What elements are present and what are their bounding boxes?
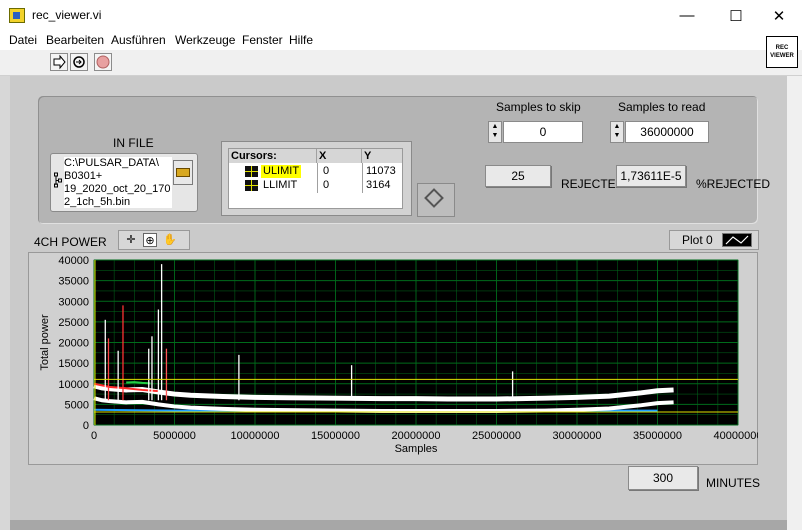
run-arrow-icon[interactable]	[50, 53, 68, 71]
toolbar	[0, 50, 802, 76]
y-tick-label: 30000	[58, 296, 89, 308]
y-tick-label: 0	[83, 420, 89, 432]
samples-read-spinner[interactable]: ▲ ▼	[610, 121, 624, 143]
cursor-ulimit-icon	[245, 166, 258, 177]
zoom-icon[interactable]: ⊕	[143, 233, 157, 247]
cursor-col-divider	[362, 163, 363, 193]
cursor-col-divider	[317, 163, 318, 193]
minutes-indicator: 300	[628, 466, 698, 490]
y-tick-label: 35000	[58, 276, 89, 288]
pct-rejected-indicator: 1,73611E-5	[616, 165, 686, 187]
infile-path-field[interactable]: C:\PULSAR_DATA\ B0301+ 19_2020_oct_20_17…	[64, 157, 172, 208]
rejected-indicator: 25	[485, 165, 551, 187]
rejected-label: REJECTED	[561, 177, 625, 191]
window-title: rec_viewer.vi	[32, 8, 102, 22]
y-axis-label: Total power	[39, 314, 51, 371]
cursor-table: Cursors: X Y ULIMIT 0 11073 LLIMIT 0 316…	[228, 148, 403, 209]
path-icon	[54, 172, 63, 188]
vi-icon: REC VIEWER	[766, 36, 798, 68]
samples-read-input[interactable]: 36000000	[625, 121, 709, 143]
maximize-button[interactable]: ☐	[713, 0, 759, 31]
menu-fenster[interactable]: Fenster	[242, 33, 283, 47]
waveform-graph[interactable]: 0 5000000 10000000 15000000 20000000 25000000…	[28, 252, 758, 465]
x-axis-label: Samples	[395, 443, 438, 455]
cursor-header-y: Y	[362, 149, 402, 163]
folder-icon	[176, 168, 190, 177]
cursor-move-button[interactable]	[417, 183, 455, 217]
right-strip	[787, 76, 802, 530]
cursor-llimit-x: 0	[323, 179, 330, 191]
vi-icon-line1: REC	[775, 45, 789, 51]
samples-skip-label: Samples to skip	[496, 100, 581, 114]
cursor-llimit-y: 3164	[366, 179, 391, 191]
title-bar: rec_viewer.vi — ☐ ✕	[0, 0, 802, 31]
samples-skip-spinner[interactable]: ▲ ▼	[488, 121, 502, 143]
plot-legend-label: Plot 0	[682, 233, 713, 247]
menu-bar: Datei Bearbeiten Ausführen Werkzeuge Fen…	[0, 31, 802, 50]
samples-skip-input[interactable]: 0	[503, 121, 583, 143]
cursor-header-name: Cursors:	[229, 149, 317, 163]
x-tick-label: 15000000	[311, 430, 360, 442]
plot-legend[interactable]: Plot 0	[669, 230, 759, 250]
x-tick-label: 10000000	[231, 430, 280, 442]
pct-rejected-label: %REJECTED	[696, 177, 771, 191]
x-tick-label: 0	[91, 430, 97, 442]
graph-label: 4CH POWER	[34, 235, 107, 249]
x-tick-label: 40000000	[714, 430, 758, 442]
cursor-header-x: X	[317, 149, 362, 163]
minutes-label: MINUTES	[706, 476, 760, 490]
plot-style-swatch	[722, 233, 752, 247]
minimize-button[interactable]: —	[664, 0, 710, 31]
menu-werkzeuge[interactable]: Werkzeuge	[175, 33, 235, 47]
menu-datei[interactable]: Datei	[9, 33, 37, 47]
browse-button[interactable]	[173, 160, 193, 185]
menu-bearbeiten[interactable]: Bearbeiten	[46, 33, 104, 47]
cursor-move-icon	[424, 188, 444, 208]
abort-stop-icon[interactable]	[94, 53, 112, 71]
bottom-strip	[10, 520, 787, 530]
crosshair-cursor-icon[interactable]: ✛	[124, 233, 138, 247]
y-tick-label: 40000	[58, 255, 89, 267]
menu-hilfe[interactable]: Hilfe	[289, 33, 313, 47]
x-tick-label: 5000000	[153, 430, 196, 442]
x-tick-label: 35000000	[633, 430, 682, 442]
menu-ausfuehren[interactable]: Ausführen	[111, 33, 166, 47]
y-tick-label: 15000	[58, 358, 89, 370]
close-button[interactable]: ✕	[756, 0, 802, 31]
samples-read-label: Samples to read	[618, 100, 706, 114]
graph-palette: ✛ ⊕ ✋	[118, 230, 190, 250]
x-tick-label: 25000000	[472, 430, 521, 442]
left-strip	[0, 76, 10, 530]
cursor-llimit-icon	[245, 180, 258, 191]
cursor-ulimit-x: 0	[323, 165, 330, 177]
cursor-ulimit-name[interactable]: ULIMIT	[261, 165, 302, 178]
x-tick-label: 30000000	[553, 430, 602, 442]
y-tick-label: 10000	[58, 379, 89, 391]
cursor-llimit-name[interactable]: LLIMIT	[263, 179, 297, 192]
labview-vi-icon	[9, 8, 25, 23]
run-continuously-icon[interactable]	[70, 53, 88, 71]
y-tick-label: 25000	[58, 317, 89, 329]
cursor-ulimit-y: 11073	[366, 165, 396, 177]
y-tick-label: 5000	[65, 399, 89, 411]
y-tick-label: 20000	[58, 338, 89, 350]
pan-hand-icon[interactable]: ✋	[163, 233, 177, 247]
series-line	[126, 381, 151, 385]
vi-icon-line2: VIEWER	[770, 53, 794, 59]
infile-label: IN FILE	[113, 136, 154, 150]
x-tick-label: 20000000	[392, 430, 441, 442]
